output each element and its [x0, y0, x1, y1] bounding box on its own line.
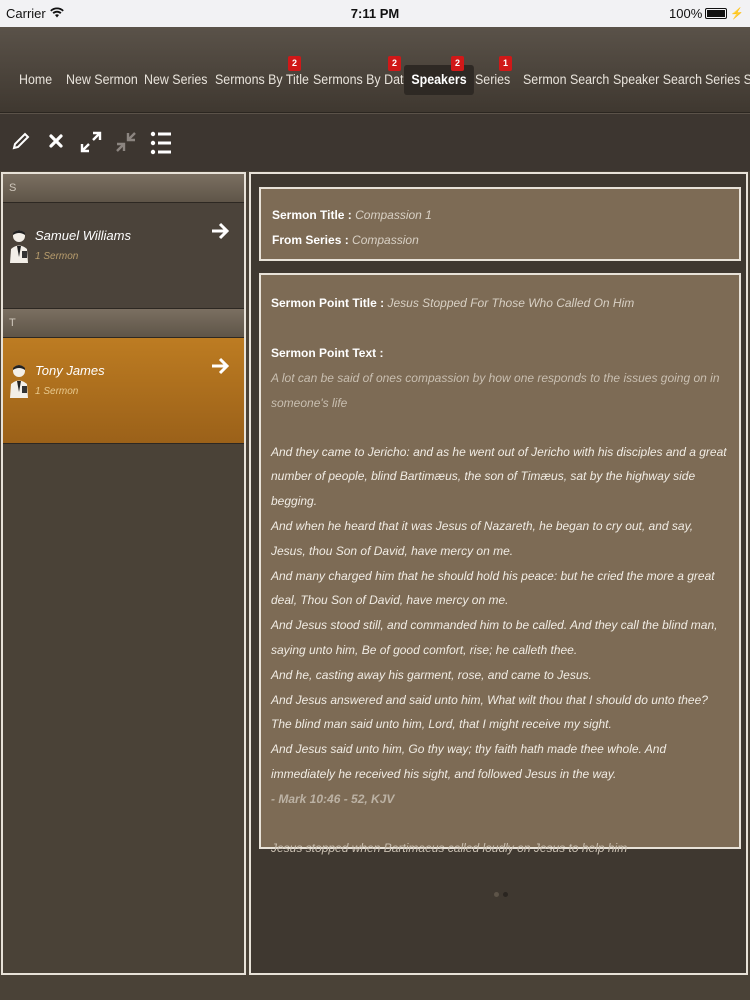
- tab-new-sermon[interactable]: New Sermon: [66, 67, 138, 93]
- scripture-verse: And they came to Jericho: and as he went…: [271, 444, 727, 509]
- list-icon[interactable]: [148, 130, 174, 156]
- battery-icon: [705, 8, 728, 19]
- section-header-s: S: [3, 174, 244, 203]
- tab-new-series[interactable]: New Series: [144, 67, 208, 93]
- status-bar: Carrier 7:11 PM 100% ⚡: [0, 0, 750, 27]
- sermon-title-label: Sermon Title :: [272, 208, 352, 222]
- tab-series-search[interactable]: Series S: [705, 67, 750, 93]
- speaker-avatar-icon: [8, 362, 30, 402]
- expand-icon[interactable]: [78, 130, 104, 156]
- section-header-t: T: [3, 309, 244, 338]
- point-title-label: Sermon Point Title :: [271, 296, 385, 310]
- speakers-badge: 2: [451, 56, 464, 71]
- page-indicator[interactable]: [494, 892, 508, 897]
- sermon-title-value: Compassion 1: [355, 208, 432, 222]
- speaker-name: Tony James: [35, 363, 105, 378]
- point-intro: A lot can be said of ones compassion by …: [271, 371, 720, 410]
- bottom-bar: [0, 978, 750, 1000]
- point-text-label: Sermon Point Text :: [271, 346, 384, 360]
- series-badge: 1: [499, 56, 512, 71]
- pencil-icon[interactable]: [8, 130, 34, 156]
- charging-icon: ⚡: [730, 8, 744, 20]
- sermon-point-card: Sermon Point Title : Jesus Stopped For T…: [259, 273, 741, 855]
- arrow-right-icon[interactable]: [210, 356, 230, 382]
- sermons-by-date-badge: 2: [388, 56, 401, 71]
- speaker-sermon-count: 1 Sermon: [35, 251, 79, 262]
- tab-sermon-search[interactable]: Sermon Search: [523, 67, 609, 93]
- speaker-avatar-icon: [8, 227, 30, 267]
- scripture-verse: And when he heard that it was Jesus of N…: [271, 518, 694, 558]
- speaker-name: Samuel Williams: [35, 228, 131, 243]
- point-closing: Jesus stopped when Bartimaeus called lou…: [271, 840, 628, 855]
- sermon-info-card: Sermon Title : Compassion 1 From Series …: [259, 187, 741, 261]
- speaker-sermon-count: 1 Sermon: [35, 386, 79, 397]
- scripture-verse: And many charged him that he should hold…: [271, 568, 715, 608]
- from-series-value: Compassion: [352, 233, 419, 247]
- battery-percent: 100%: [669, 6, 703, 21]
- scripture-verse: And Jesus stood still, and commanded him…: [271, 618, 718, 657]
- page-dot[interactable]: [494, 892, 499, 897]
- speakers-list: S Samuel Williams 1 Sermon T Tony James …: [1, 172, 246, 975]
- close-icon[interactable]: [43, 130, 69, 156]
- sermon-detail-panel: Sermon Title : Compassion 1 From Series …: [249, 172, 748, 975]
- tab-speaker-search[interactable]: Speaker Search: [613, 67, 702, 93]
- from-series-label: From Series :: [272, 233, 349, 247]
- toolbar: [0, 113, 750, 171]
- scripture-reference: - Mark 10:46 - 52, KJV: [271, 791, 395, 806]
- speaker-row-tony-james[interactable]: Tony James 1 Sermon: [3, 338, 244, 444]
- carrier-label: Carrier: [6, 6, 46, 21]
- collapse-icon[interactable]: [113, 130, 139, 156]
- page-dot-current[interactable]: [503, 892, 508, 897]
- speaker-row-samuel-williams[interactable]: Samuel Williams 1 Sermon: [3, 203, 244, 309]
- scripture-verse: And Jesus said unto him, Go thy way; thy…: [271, 742, 667, 781]
- wifi-icon: [49, 6, 64, 21]
- point-title-value: Jesus Stopped For Those Who Called On Hi…: [387, 296, 635, 310]
- arrow-right-icon[interactable]: [210, 221, 230, 247]
- tab-home[interactable]: Home: [19, 67, 52, 93]
- scripture-verse: And he, casting away his garment, rose, …: [271, 667, 592, 682]
- scripture-verse: And Jesus answered and said unto him, Wh…: [271, 692, 708, 732]
- tab-bar: Home New Sermon New Series Sermons By Ti…: [0, 27, 750, 113]
- sermons-by-title-badge: 2: [288, 56, 301, 71]
- status-time: 7:11 PM: [350, 6, 400, 21]
